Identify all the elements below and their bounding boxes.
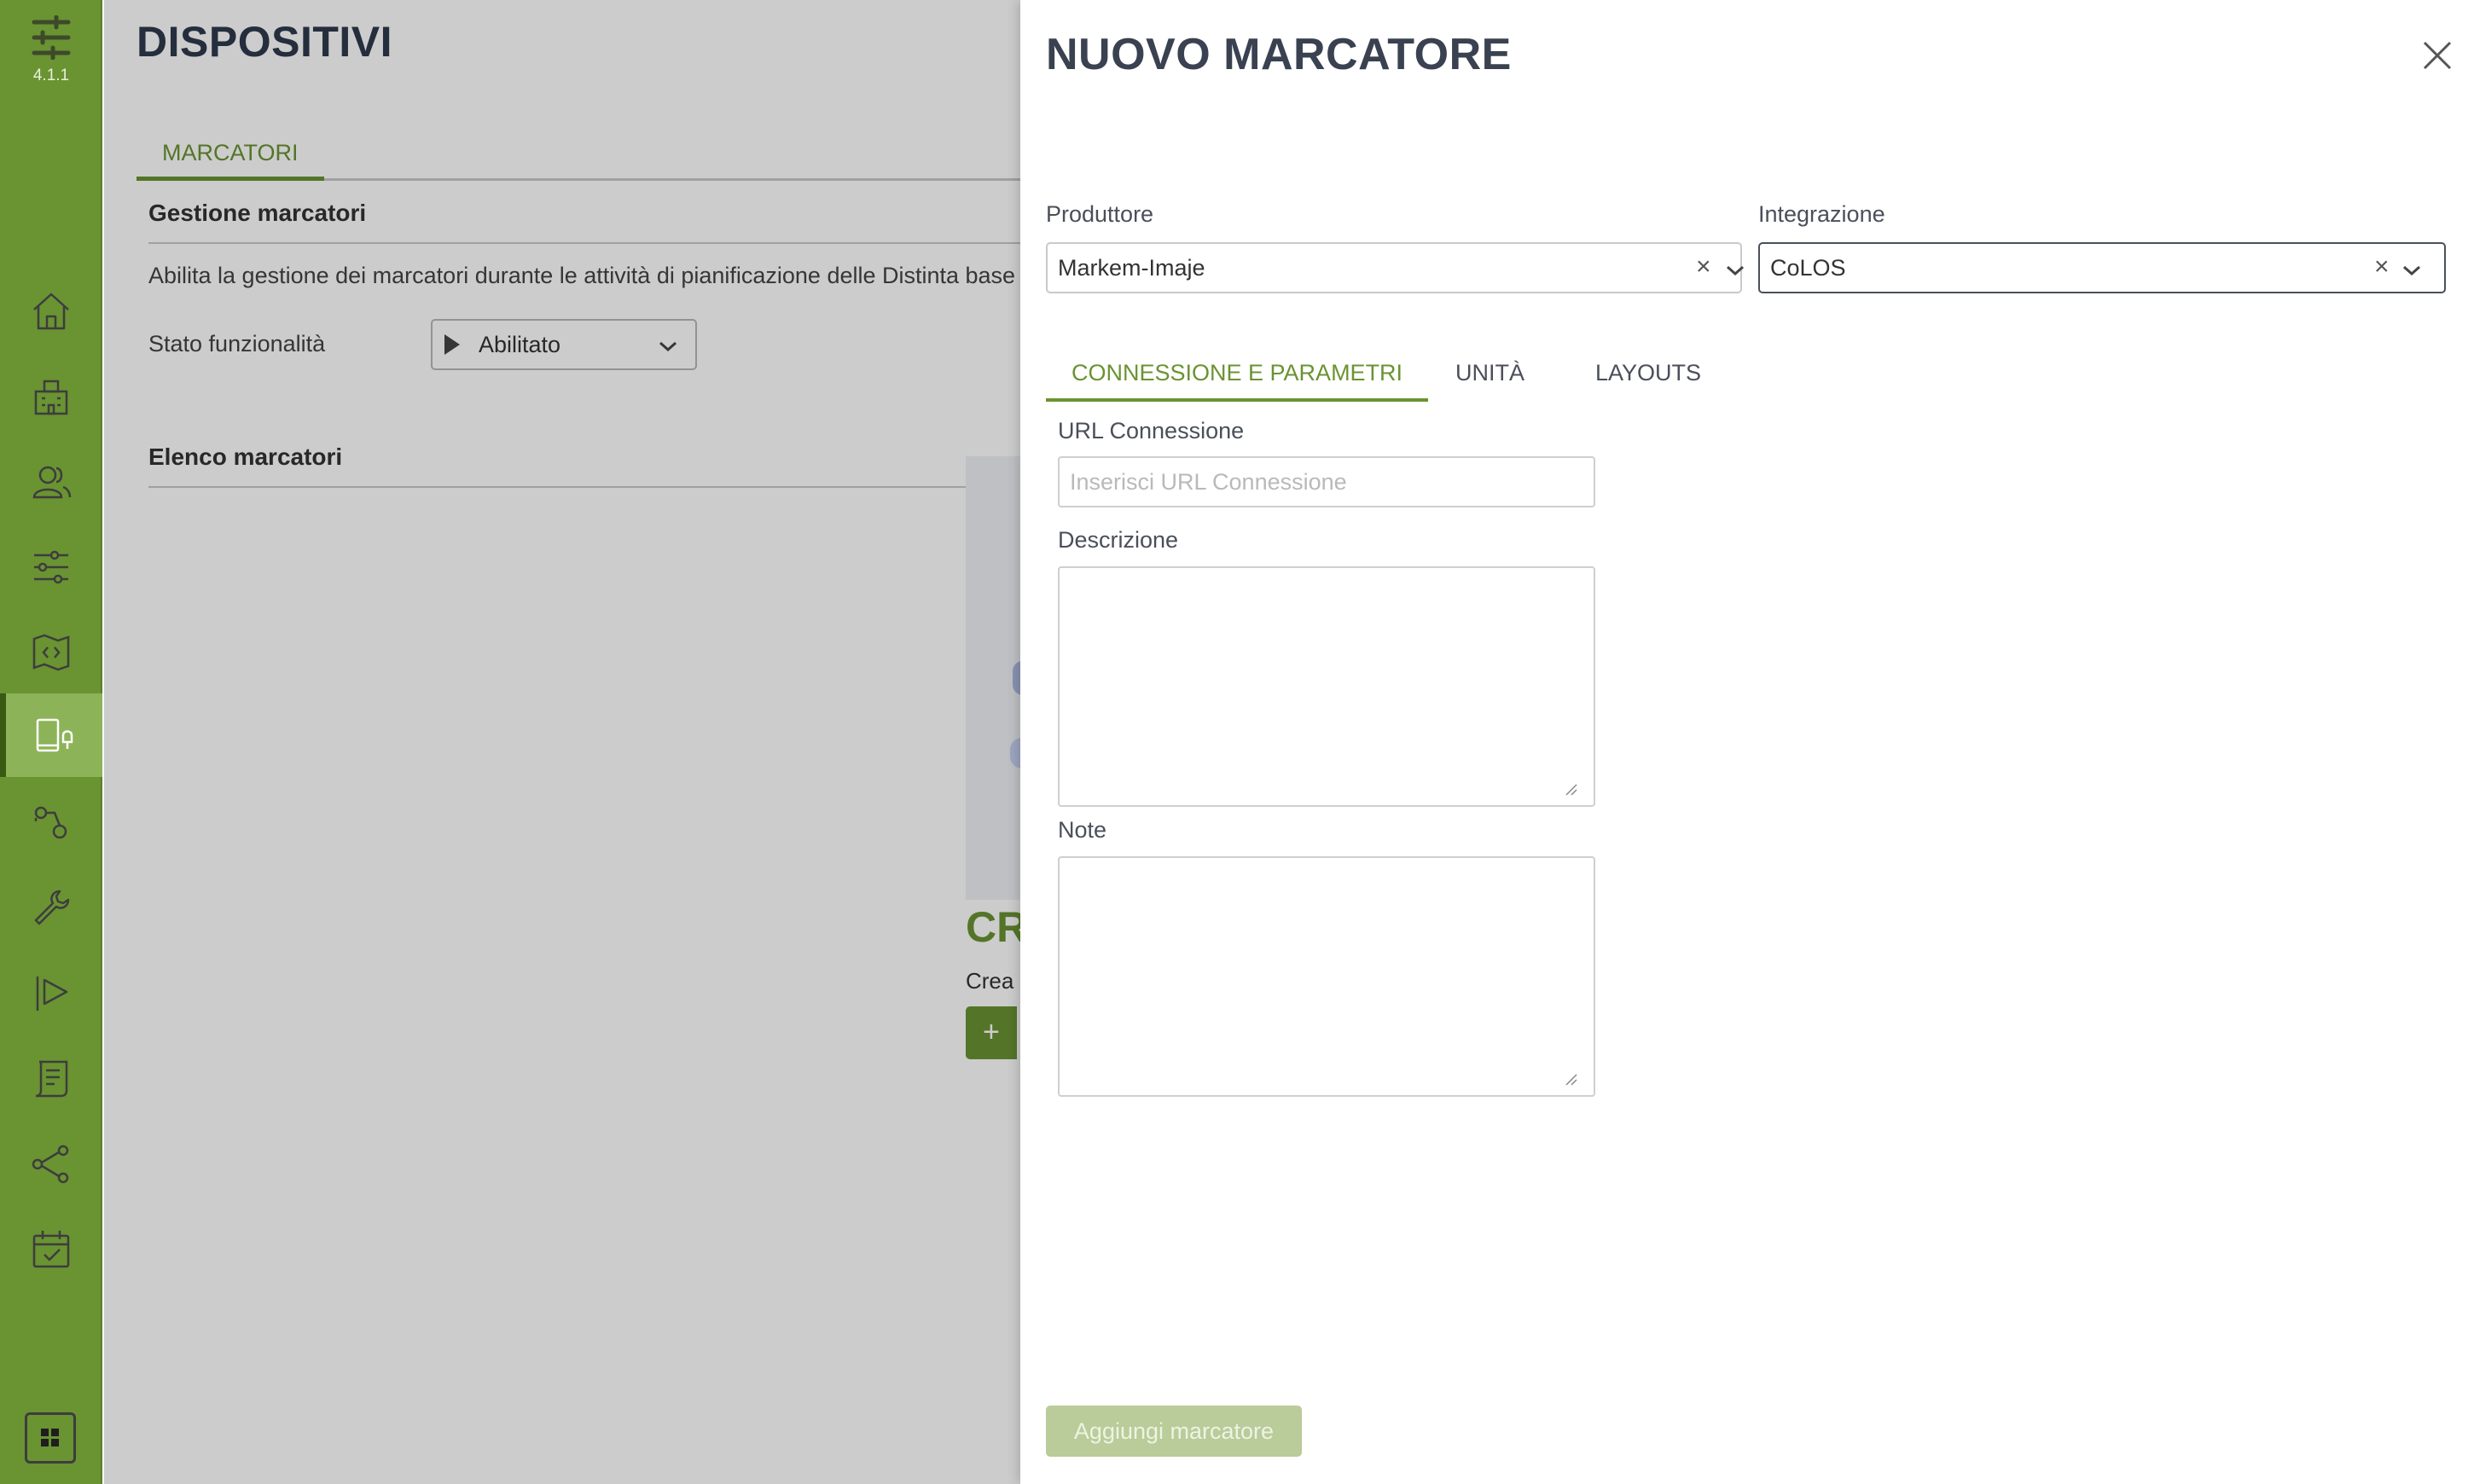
tab-layouts[interactable]: LAYOUTS (1570, 360, 1727, 398)
sliders-icon (34, 550, 68, 584)
app-logo[interactable]: 4.1.1 (0, 15, 102, 85)
integration-select[interactable]: CoLOS × (1758, 242, 2446, 293)
resize-handle-icon[interactable] (1565, 1073, 1578, 1087)
process-icon (34, 806, 67, 839)
devices-icon (36, 718, 73, 752)
integration-value: CoLOS (1770, 254, 1846, 281)
share-icon (32, 1145, 69, 1184)
tab-connection-parameters[interactable]: CONNESSIONE E PARAMETRI (1046, 360, 1429, 402)
sidebar-item-plants[interactable] (0, 355, 102, 438)
description-textarea[interactable] (1058, 566, 1595, 807)
integration-label: Integrazione (1758, 201, 1885, 227)
sidebar-item-integrations[interactable] (0, 1122, 102, 1206)
home-icon (33, 293, 69, 330)
add-marker-button[interactable]: Aggiungi marcatore (1046, 1406, 1302, 1457)
chevron-down-icon[interactable] (1723, 258, 1747, 282)
sidebar-item-home[interactable] (0, 270, 102, 353)
url-input[interactable] (1058, 456, 1595, 507)
sidebar-item-reports[interactable] (0, 1037, 102, 1121)
code-map-icon (32, 634, 70, 671)
users-icon (32, 466, 72, 499)
chevron-down-icon[interactable] (2400, 258, 2424, 282)
close-icon[interactable] (2419, 38, 2455, 73)
producer-label: Produttore (1046, 201, 1154, 227)
new-marker-drawer: NUOVO MARCATORE Produttore Markem-Imaje … (1020, 0, 2474, 1484)
producer-select[interactable]: Markem-Imaje × (1046, 242, 1744, 293)
document-icon (35, 1060, 68, 1098)
wrench-icon (34, 890, 70, 925)
building-icon (34, 380, 68, 415)
producer-value: Markem-Imaje (1058, 254, 1205, 281)
resize-handle-icon[interactable] (1565, 783, 1578, 797)
notes-textarea[interactable] (1058, 856, 1595, 1097)
sidebar: 4.1.1 (0, 0, 102, 1484)
sliders-logo-icon (32, 15, 71, 60)
drawer-tabs: CONNESSIONE E PARAMETRI UNITÀ LAYOUTS (1046, 345, 1899, 402)
sidebar-item-execution[interactable] (0, 952, 102, 1035)
grid-icon (41, 1429, 59, 1446)
drawer-title: NUOVO MARCATORE (1046, 30, 1512, 79)
sidebar-item-maps[interactable] (0, 611, 102, 694)
play-flag-icon (36, 977, 68, 1011)
apps-grid-button[interactable] (25, 1412, 76, 1464)
sidebar-item-calendar[interactable] (0, 1208, 102, 1291)
sidebar-item-users[interactable] (0, 440, 102, 524)
clear-icon[interactable]: × (2374, 252, 2390, 281)
url-label: URL Connessione (1058, 418, 1245, 443)
sidebar-item-settings[interactable] (0, 525, 102, 609)
notes-label: Note (1058, 817, 1107, 843)
tab-units[interactable]: UNITÀ (1430, 360, 1550, 398)
app-version: 4.1.1 (32, 67, 70, 84)
sidebar-item-maintenance[interactable] (0, 867, 102, 950)
sidebar-item-processes[interactable] (0, 781, 102, 865)
description-label: Descrizione (1058, 527, 1179, 553)
clear-icon[interactable]: × (1696, 252, 1711, 281)
calendar-check-icon (32, 1231, 70, 1268)
sidebar-item-devices[interactable] (0, 693, 102, 777)
